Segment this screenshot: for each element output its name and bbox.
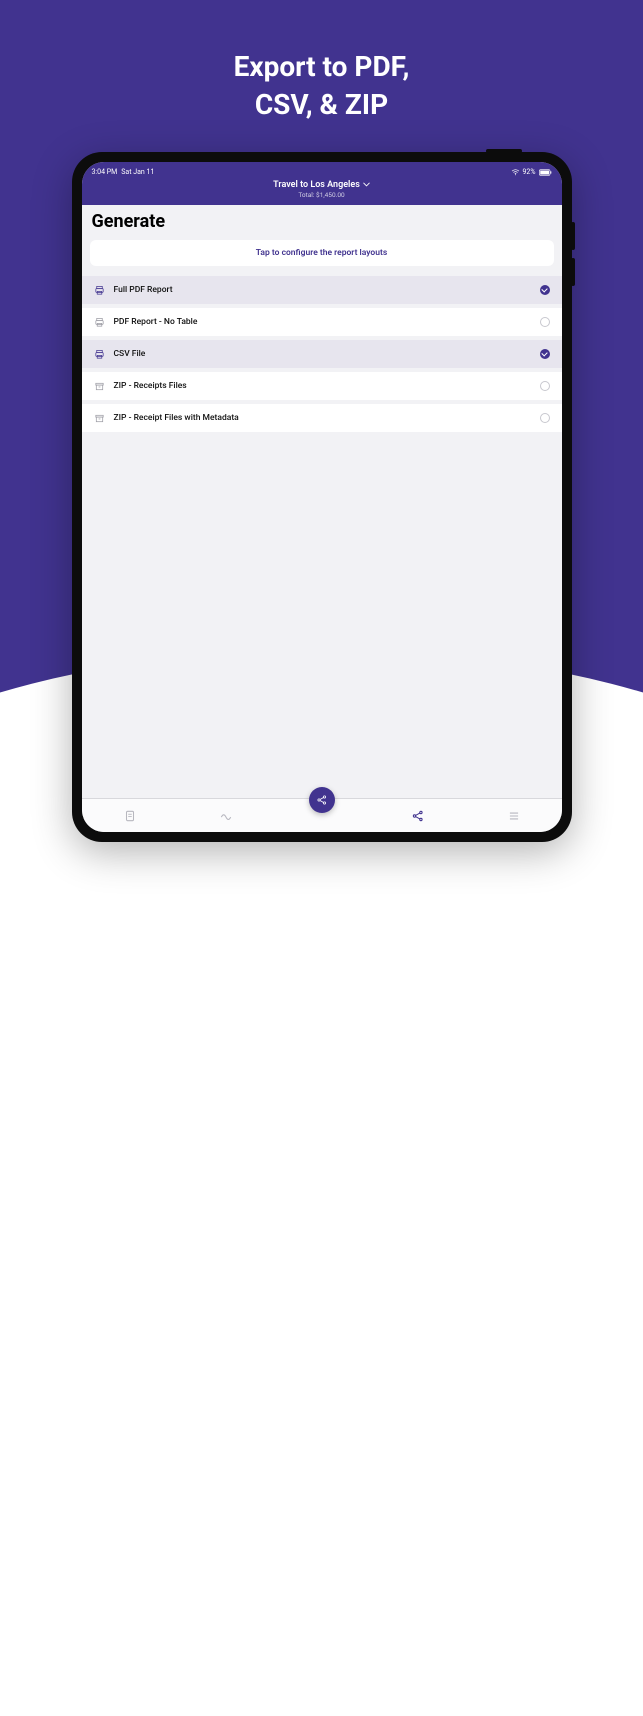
export-option[interactable]: CSV File (82, 340, 562, 368)
battery-icon (539, 169, 552, 176)
tab-bar (82, 798, 562, 832)
export-option-label: ZIP - Receipts Files (114, 381, 532, 391)
device-volume-up (571, 222, 575, 250)
trip-selector[interactable]: Travel to Los Angeles (273, 180, 370, 190)
export-option-label: CSV File (114, 349, 532, 359)
export-option-label: Full PDF Report (114, 285, 532, 295)
export-option-label: ZIP - Receipt Files with Metadata (114, 413, 532, 423)
radio-off-icon (540, 317, 550, 327)
battery-percent: 92% (523, 168, 536, 176)
archive-icon (94, 381, 106, 391)
tab-receipts[interactable] (110, 809, 150, 823)
device-volume-down (571, 258, 575, 286)
export-option[interactable]: Full PDF Report (82, 276, 562, 304)
trip-total: Total: $1,450.00 (92, 191, 552, 199)
chevron-down-icon (363, 180, 370, 190)
device-frame: 3:04 PM Sat Jan 11 92% Travel to Los Ang… (72, 152, 572, 842)
export-options-list: Full PDF Report PDF Report - No Table CSV … (82, 276, 562, 432)
tab-export[interactable] (398, 809, 438, 823)
status-bar: 3:04 PM Sat Jan 11 92% (92, 166, 552, 178)
radio-off-icon (540, 381, 550, 391)
app-header: 3:04 PM Sat Jan 11 92% Travel to Los Ang… (82, 162, 562, 205)
radio-off-icon (540, 413, 550, 423)
share-fab[interactable] (309, 787, 335, 813)
export-option-label: PDF Report - No Table (114, 317, 532, 327)
tab-settings[interactable] (494, 809, 534, 823)
headline-line1: Export to PDF, (0, 48, 643, 86)
headline-line2: CSV, & ZIP (0, 86, 643, 124)
status-time: 3:04 PM (92, 168, 118, 176)
export-option[interactable]: ZIP - Receipt Files with Metadata (82, 404, 562, 432)
configure-layouts-label: Tap to configure the report layouts (256, 248, 387, 258)
trip-title: Travel to Los Angeles (273, 180, 360, 190)
check-icon (540, 349, 550, 359)
device-power-button (486, 149, 522, 153)
wifi-icon (511, 169, 520, 176)
export-option[interactable]: ZIP - Receipts Files (82, 372, 562, 400)
page-title: Generate (82, 205, 562, 240)
printer-icon (94, 349, 106, 359)
content-area: Generate Tap to configure the report lay… (82, 205, 562, 798)
printer-icon (94, 317, 106, 327)
configure-layouts-button[interactable]: Tap to configure the report layouts (90, 240, 554, 266)
export-option[interactable]: PDF Report - No Table (82, 308, 562, 336)
marketing-headline: Export to PDF, CSV, & ZIP (0, 48, 643, 124)
printer-icon (94, 285, 106, 295)
tab-trips[interactable] (206, 809, 246, 823)
archive-icon (94, 413, 106, 423)
status-date: Sat Jan 11 (121, 168, 154, 176)
check-icon (540, 285, 550, 295)
device-screen: 3:04 PM Sat Jan 11 92% Travel to Los Ang… (82, 162, 562, 832)
